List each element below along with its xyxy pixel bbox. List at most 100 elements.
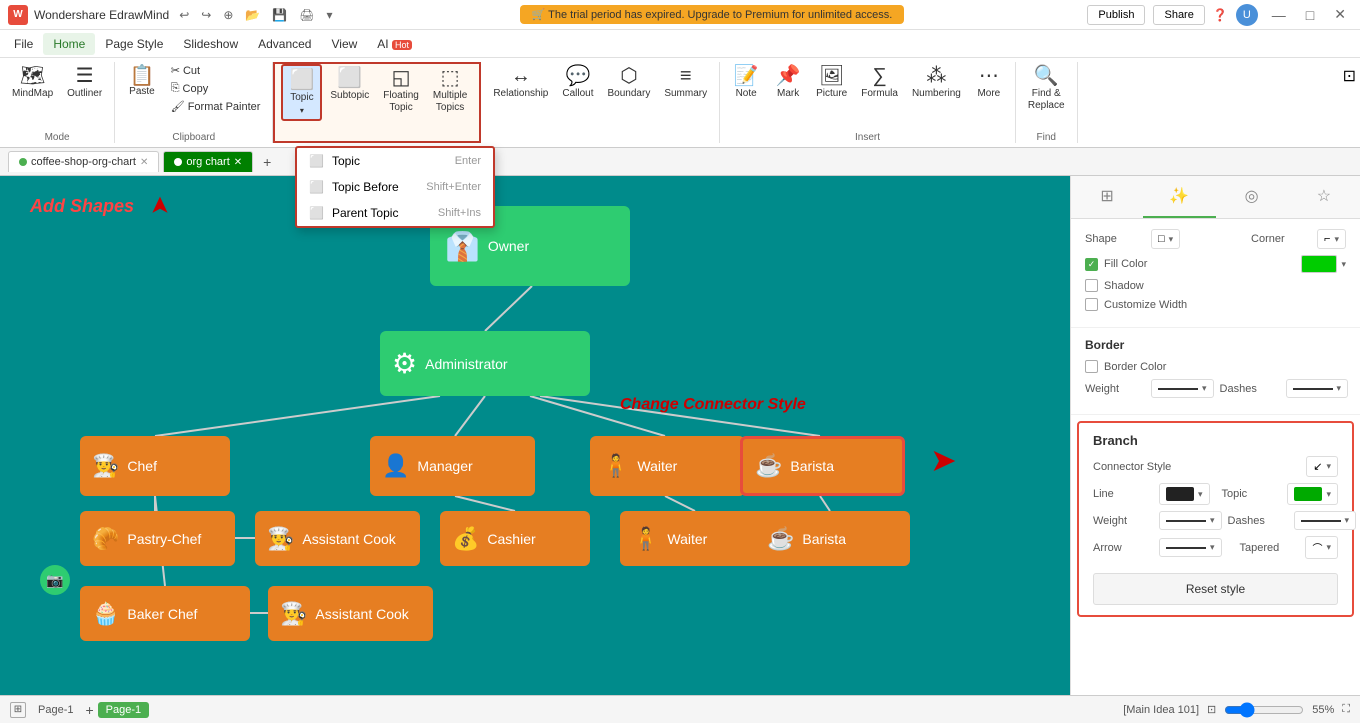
help-icon[interactable]: ❓: [1213, 8, 1228, 22]
topic-option-parent[interactable]: ⬜ Parent Topic Shift+Ins: [297, 200, 493, 226]
arrow-dropdown[interactable]: ▾: [1159, 538, 1222, 557]
maximize-btn[interactable]: □: [1300, 7, 1320, 23]
connector-style-dropdown[interactable]: ↙ ▾: [1306, 456, 1338, 477]
open-btn[interactable]: 📂: [241, 6, 264, 24]
numbering-btn[interactable]: ⁂ Numbering: [906, 62, 967, 104]
boundary-btn[interactable]: ⬡ Boundary: [602, 62, 657, 104]
shape-dropdown[interactable]: □ ▾: [1151, 229, 1180, 249]
close-btn[interactable]: ✕: [1328, 6, 1352, 23]
weight-dropdown[interactable]: ▾: [1151, 379, 1214, 398]
line-color-dropdown[interactable]: ▾: [1159, 483, 1210, 505]
border-color-checkbox[interactable]: [1085, 360, 1098, 373]
node-waiter2[interactable]: 🧍 Waiter: [620, 511, 775, 566]
panel-tab-shape[interactable]: ⊞: [1071, 176, 1143, 218]
print-btn[interactable]: 🖨: [295, 6, 318, 24]
panel-toggle-btn[interactable]: ⊡: [1339, 62, 1360, 143]
node-manager[interactable]: 👤 Manager: [370, 436, 535, 496]
fit-icon[interactable]: ⊡: [1207, 703, 1216, 716]
menu-home[interactable]: Home: [43, 33, 95, 55]
subtopic-btn[interactable]: ⬜ Subtopic: [324, 64, 375, 106]
dashes-dropdown[interactable]: ▾: [1286, 379, 1349, 398]
fill-color-checkbox[interactable]: ✓: [1085, 258, 1098, 271]
menu-file[interactable]: File: [4, 33, 43, 55]
outliner-btn[interactable]: ☰ Outliner: [61, 62, 108, 104]
camera-icon[interactable]: 📷: [40, 565, 70, 595]
mark-btn[interactable]: 📌 Mark: [768, 62, 808, 104]
paste-btn[interactable]: 📋 Paste: [121, 62, 163, 102]
undo-btn[interactable]: ↩: [175, 6, 193, 24]
branch-section-title: Branch: [1093, 433, 1338, 448]
menu-ai[interactable]: AI Hot: [367, 33, 422, 55]
copy-btn[interactable]: ⎘ Copy: [165, 80, 267, 97]
trial-notice[interactable]: 🛒 The trial period has expired. Upgrade …: [520, 5, 905, 24]
relationship-btn[interactable]: ↔ Relationship: [487, 62, 554, 104]
add-page-btn[interactable]: +: [85, 702, 93, 718]
menu-slideshow[interactable]: Slideshow: [173, 33, 248, 55]
topic-option-before[interactable]: ⬜ Topic Before Shift+Enter: [297, 174, 493, 200]
share-button[interactable]: Share: [1153, 5, 1204, 25]
shadow-checkbox[interactable]: [1085, 279, 1098, 292]
panel-tab-style[interactable]: ✨: [1143, 176, 1215, 218]
node-cashier[interactable]: 💰 Cashier: [440, 511, 590, 566]
fill-color-dropdown-arrow[interactable]: ▾: [1341, 259, 1346, 270]
active-page-tab[interactable]: Page-1: [98, 702, 149, 718]
menu-view[interactable]: View: [321, 33, 367, 55]
menu-advanced[interactable]: Advanced: [248, 33, 321, 55]
note-btn[interactable]: 📝 Note: [726, 62, 766, 104]
node-chef[interactable]: 👨‍🍳 Chef: [80, 436, 230, 496]
panel-tab-star[interactable]: ☆: [1288, 176, 1360, 218]
fullscreen-icon[interactable]: ⛶: [1342, 703, 1350, 716]
main-idea-info: [Main Idea 101]: [1123, 704, 1199, 716]
more-btn[interactable]: ▾: [323, 6, 337, 24]
topic-option-topic[interactable]: ⬜ Topic Enter: [297, 148, 493, 174]
find-replace-btn[interactable]: 🔍 Find &Replace: [1022, 62, 1071, 116]
node-administrator[interactable]: ⚙ Administrator: [380, 331, 590, 396]
reset-style-btn[interactable]: Reset style: [1093, 573, 1338, 605]
redo-btn[interactable]: ↪: [197, 6, 215, 24]
mindmap-btn[interactable]: 🗺 MindMap: [6, 62, 59, 104]
format-painter-btn[interactable]: 🖌 Format Painter: [165, 98, 267, 115]
multiple-topics-btn[interactable]: ⬚ MultipleTopics: [427, 64, 473, 118]
minimize-btn[interactable]: —: [1266, 7, 1292, 23]
canvas[interactable]: Add Shapes ➤: [0, 176, 1070, 695]
add-tab-btn[interactable]: +: [257, 154, 277, 170]
new-btn[interactable]: ⊕: [219, 6, 237, 24]
node-assistant-cook1[interactable]: 👨‍🍳 Assistant Cook: [255, 511, 420, 566]
topic-color-dropdown[interactable]: ▾: [1287, 483, 1338, 505]
save-btn[interactable]: 💾: [268, 6, 291, 24]
callout-btn[interactable]: 💬 Callout: [556, 62, 599, 104]
summary-btn[interactable]: ≡ Summary: [658, 62, 713, 104]
floating-topic-btn[interactable]: ◱ FloatingTopic: [377, 64, 425, 118]
topic-btn[interactable]: ⬜ Topic ▾: [281, 64, 322, 121]
fill-color-swatch[interactable]: [1301, 255, 1337, 273]
cut-btn[interactable]: ✂ Cut: [165, 62, 267, 79]
tab-org-chart[interactable]: org chart ✕: [163, 151, 253, 172]
zoom-slider[interactable]: [1224, 702, 1304, 718]
panel-tab-target[interactable]: ◎: [1216, 176, 1288, 218]
node-barista2[interactable]: ☕ Barista: [755, 511, 910, 566]
publish-button[interactable]: Publish: [1087, 5, 1145, 25]
tab-close-2[interactable]: ✕: [234, 157, 242, 168]
relationship-icon: ↔: [511, 66, 531, 86]
picture-btn[interactable]: 🖼 Picture: [810, 62, 853, 104]
customize-width-checkbox[interactable]: [1085, 298, 1098, 311]
node-waiter1[interactable]: 🧍 Waiter: [590, 436, 745, 496]
dashes2-dropdown[interactable]: ▾: [1294, 511, 1357, 530]
node-assistant-cook2[interactable]: 👨‍🍳 Assistant Cook: [268, 586, 433, 641]
user-avatar[interactable]: U: [1236, 4, 1258, 26]
menu-pagestyle[interactable]: Page Style: [95, 33, 173, 55]
tab-coffee-shop[interactable]: coffee-shop-org-chart ✕: [8, 151, 159, 172]
chef-label: Chef: [127, 458, 157, 474]
node-baker-chef[interactable]: 🧁 Baker Chef: [80, 586, 250, 641]
formula-btn[interactable]: ∑ Formula: [855, 62, 904, 104]
corner-dropdown[interactable]: ⌐ ▾: [1317, 229, 1346, 249]
tab-close-1[interactable]: ✕: [140, 157, 148, 168]
more-insert-btn[interactable]: ⋯ More: [969, 62, 1009, 104]
weight2-dropdown[interactable]: ▾: [1159, 511, 1222, 530]
mode-group-label: Mode: [45, 130, 70, 143]
tapered-dropdown[interactable]: ⌒ ▾: [1305, 536, 1338, 559]
node-barista1[interactable]: ☕ Barista: [740, 436, 905, 496]
page-tab-1[interactable]: Page-1: [30, 702, 81, 718]
branch-line-row: Line ▾ Topic ▾: [1093, 483, 1338, 505]
node-pastry-chef[interactable]: 🥐 Pastry-Chef: [80, 511, 235, 566]
